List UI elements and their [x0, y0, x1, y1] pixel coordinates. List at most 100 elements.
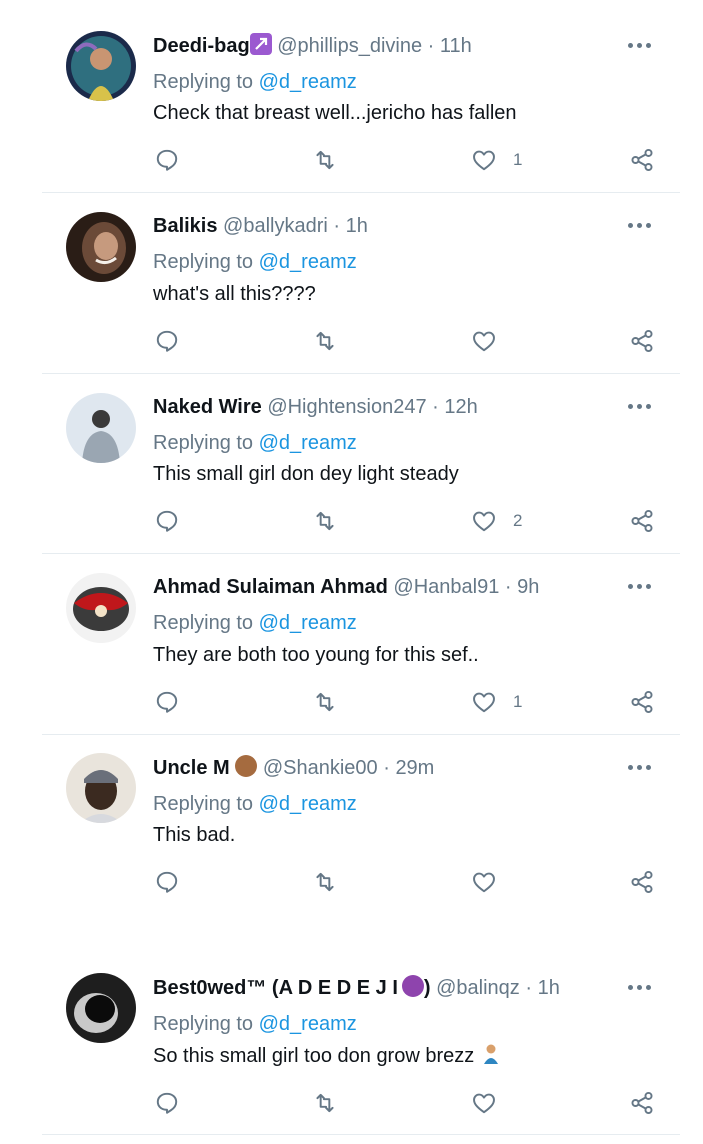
display-name-suffix: ) [423, 977, 431, 999]
share-icon [631, 148, 653, 172]
share-icon [631, 329, 653, 353]
user-handle[interactable]: @Hanbal91 [393, 576, 499, 598]
more-options-icon[interactable] [628, 581, 656, 591]
display-name[interactable]: Deedi-bag [153, 35, 250, 57]
separator-dot: · [427, 35, 435, 57]
avatar[interactable] [66, 212, 136, 282]
reply-button[interactable] [154, 326, 180, 356]
like-icon [473, 1093, 495, 1114]
display-name[interactable]: Best0wed™ (A D E D E J I [153, 977, 398, 999]
share-button[interactable] [629, 506, 655, 536]
like-icon [473, 331, 495, 352]
retweet-button[interactable] [312, 1088, 338, 1118]
display-name[interactable]: Uncle M [153, 757, 230, 779]
share-button[interactable] [629, 1088, 655, 1118]
person-facepalming-emoji-icon [480, 1043, 502, 1065]
retweet-button[interactable] [312, 687, 338, 717]
timestamp[interactable]: 11h [440, 35, 472, 57]
action-bar [0, 1088, 703, 1118]
more-options-icon[interactable] [628, 40, 656, 50]
replying-to-label: Replying to [153, 793, 254, 815]
devil-emoji-icon [401, 975, 424, 997]
like-button[interactable]: 1 [471, 687, 522, 717]
mention-link[interactable]: @d_reamz [259, 251, 357, 273]
display-name[interactable]: Naked Wire [153, 396, 262, 418]
face-emoji-icon [235, 755, 258, 777]
timestamp[interactable]: 9h [517, 576, 539, 598]
avatar-image [66, 573, 136, 643]
share-button[interactable] [629, 145, 655, 175]
avatar-image [66, 31, 136, 101]
more-options-icon[interactable] [628, 220, 656, 230]
replying-to: Replying to @d_reamz [153, 1011, 357, 1037]
replying-to-label: Replying to [153, 612, 254, 634]
mention-link[interactable]: @d_reamz [259, 612, 357, 634]
tweet-header: Best0wed™ (A D E D E J I) @balinqz · 1h [153, 975, 560, 1001]
replying-to: Replying to @d_reamz [153, 791, 357, 817]
more-options-icon[interactable] [628, 762, 656, 772]
like-button[interactable] [471, 1088, 513, 1118]
like-button[interactable] [471, 326, 513, 356]
user-handle[interactable]: @Shankie00 [263, 757, 378, 779]
retweet-icon [316, 150, 334, 170]
mention-link[interactable]: @d_reamz [259, 71, 357, 93]
action-bar [0, 867, 703, 897]
share-button[interactable] [629, 687, 655, 717]
timestamp[interactable]: 1h [538, 977, 560, 999]
display-name[interactable]: Balikis [153, 215, 217, 237]
user-handle[interactable]: @Hightension247 [267, 396, 426, 418]
share-button[interactable] [629, 326, 655, 356]
retweet-button[interactable] [312, 867, 338, 897]
user-handle[interactable]: @balinqz [436, 977, 520, 999]
reply-icon [156, 1092, 178, 1114]
reply-icon [156, 149, 178, 171]
share-button[interactable] [629, 867, 655, 897]
share-icon [631, 509, 653, 533]
retweet-button[interactable] [312, 506, 338, 536]
share-icon [631, 1091, 653, 1115]
avatar[interactable] [66, 393, 136, 463]
like-count: 2 [513, 511, 523, 530]
avatar[interactable] [66, 573, 136, 643]
retweet-button[interactable] [312, 326, 338, 356]
reply-button[interactable] [154, 506, 180, 536]
like-button[interactable] [471, 867, 513, 897]
mention-link[interactable]: @d_reamz [259, 1013, 357, 1035]
more-options-icon[interactable] [628, 401, 656, 411]
replying-to-label: Replying to [153, 251, 254, 273]
tweet-header: Deedi-bag @phillips_divine · 11h [153, 33, 472, 59]
timestamp[interactable]: 12h [444, 396, 477, 418]
mention-link[interactable]: @d_reamz [259, 432, 357, 454]
timestamp[interactable]: 1h [346, 215, 368, 237]
separator-dot: · [333, 215, 341, 237]
like-button[interactable]: 2 [471, 506, 522, 536]
timestamp[interactable]: 29m [395, 757, 434, 779]
like-button[interactable]: 1 [471, 145, 522, 175]
avatar-image [66, 212, 136, 282]
avatar-image [66, 753, 136, 823]
replying-to: Replying to @d_reamz [153, 430, 357, 456]
more-options-icon[interactable] [628, 982, 656, 992]
tweet-text: Check that breast well...jericho has fal… [153, 102, 517, 124]
tweet-text: They are both too young for this sef.. [153, 644, 479, 666]
tweet-header: Naked Wire @Hightension247 · 12h [153, 394, 478, 420]
reply-button[interactable] [154, 145, 180, 175]
sagittarius-emoji-icon [249, 33, 272, 55]
avatar[interactable] [66, 753, 136, 823]
display-name[interactable]: Ahmad Sulaiman Ahmad [153, 576, 388, 598]
avatar[interactable] [66, 31, 136, 101]
reply-button[interactable] [154, 687, 180, 717]
user-handle[interactable]: @phillips_divine [277, 35, 422, 57]
share-icon [631, 870, 653, 894]
reply-button[interactable] [154, 1088, 180, 1118]
reply-button[interactable] [154, 867, 180, 897]
retweet-button[interactable] [312, 145, 338, 175]
tweet-text: So this small girl too don grow brezz [153, 1043, 502, 1069]
mention-link[interactable]: @d_reamz [259, 793, 357, 815]
avatar[interactable] [66, 973, 136, 1043]
separator-dot: · [432, 396, 439, 418]
share-icon [631, 690, 653, 714]
action-bar: 2 [0, 506, 703, 536]
avatar-image [66, 393, 136, 463]
user-handle[interactable]: @ballykadri [223, 215, 328, 237]
